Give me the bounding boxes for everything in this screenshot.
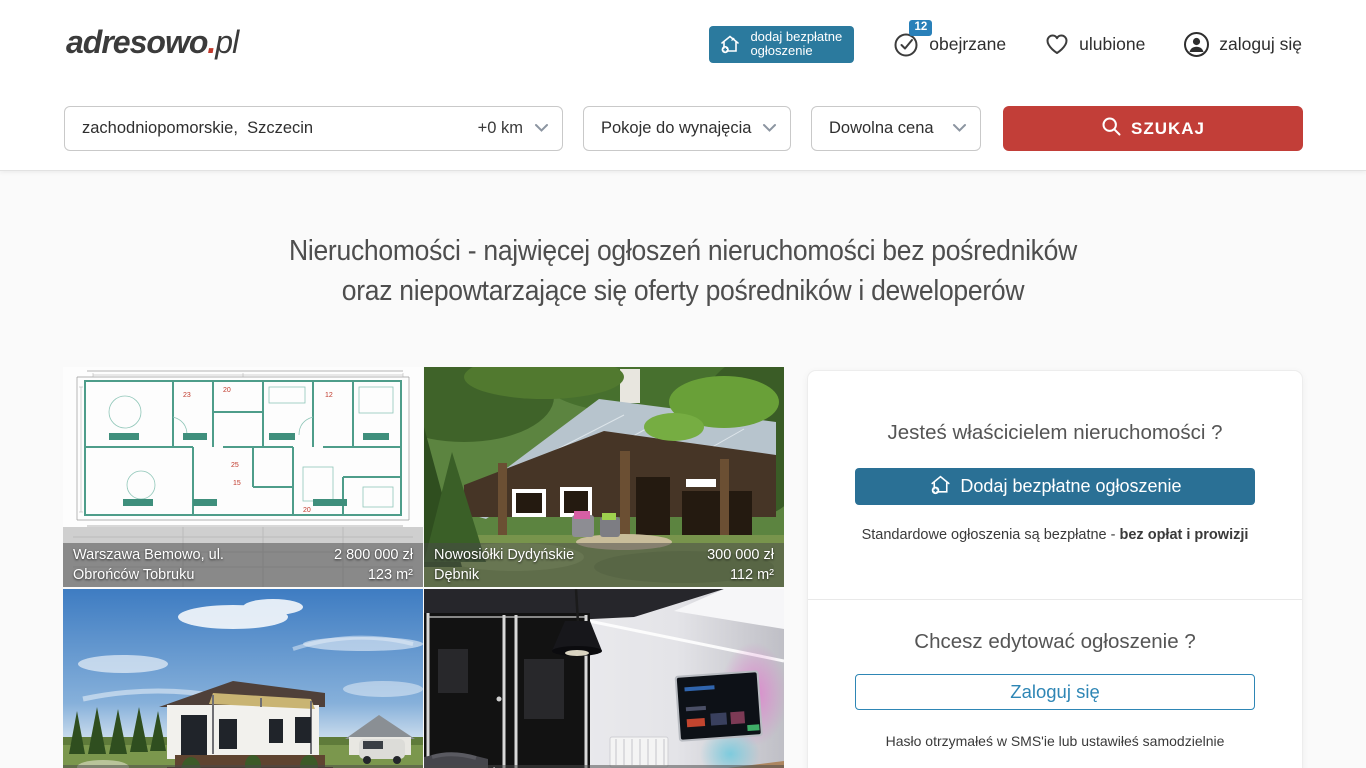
listing-photo-bungalow (63, 589, 423, 768)
header-actions: dodaj bezpłatne ogłoszenie 12 obejrzane … (709, 25, 1302, 63)
add-listing-label: dodaj bezpłatne ogłoszenie (750, 30, 842, 59)
property-type-select[interactable]: Pokoje do wynajęcia (583, 106, 791, 151)
owner-heading: Jesteś właścicielem nieruchomości ? (808, 421, 1302, 445)
listing-photo-interior (424, 589, 784, 768)
sidebar-add-listing-label: Dodaj bezpłatne ogłoszenie (960, 476, 1181, 497)
login-label: zaloguj się (1219, 34, 1302, 55)
logo[interactable]: adresowo.pl (66, 24, 238, 61)
sidebar-login-label: Zaloguj się (1010, 681, 1099, 703)
chevron-down-icon[interactable] (534, 119, 549, 138)
listing-overlay: Nowosiółki Dydyńskie Dębnik 300 000 zł 1… (424, 543, 784, 587)
owner-note-bold: bez opłat i prowizji (1120, 527, 1249, 543)
logo-text-main: adresowo (66, 24, 207, 60)
viewed-label: obejrzane (929, 34, 1006, 55)
listing-area: 123 m² (334, 565, 413, 585)
listing-area: 112 m² (707, 565, 774, 585)
favorites-link[interactable]: ulubione (1044, 31, 1145, 57)
search-button-label: SZUKAJ (1131, 119, 1205, 139)
radius-value[interactable]: +0 km (478, 119, 523, 138)
location-search-box[interactable]: +0 km (64, 106, 563, 151)
panel-divider (808, 599, 1302, 600)
chevron-down-icon (952, 119, 967, 138)
viewed-link[interactable]: 12 obejrzane (892, 30, 1006, 58)
edit-heading: Chcesz edytować ogłoszenie ? (808, 630, 1302, 654)
viewed-count-badge: 12 (909, 20, 932, 36)
page-title-line1: Nieruchomości - najwięcej ogłoszeń nieru… (48, 231, 1318, 271)
listing-price: 2 800 000 zł (334, 545, 413, 565)
login-link[interactable]: zaloguj się (1183, 31, 1302, 58)
edit-note: Hasło otrzymałeś w SMS'ie lub ustawiłeś … (808, 733, 1302, 749)
listing-location-line2: Dębnik (434, 565, 574, 585)
listing-location-line1: Nowosiółki Dydyńskie (434, 545, 574, 565)
logo-text-suffix: pl (215, 24, 238, 60)
header: adresowo.pl dodaj bezpłatne ogłoszenie (0, 0, 1366, 171)
listing-price: 300 000 zł (707, 545, 774, 565)
listing-location-line2: Obrońców Tobruku (73, 565, 224, 585)
house-plus-icon (718, 32, 742, 56)
house-plus-icon (928, 472, 953, 502)
listing-card[interactable]: Nowosiółki Dydyńskie Dębnik 300 000 zł 1… (424, 367, 784, 587)
sidebar-add-listing-button[interactable]: Dodaj bezpłatne ogłoszenie (855, 468, 1255, 505)
svg-text:23: 23 (183, 392, 191, 399)
search-icon (1101, 116, 1122, 142)
svg-text:20: 20 (303, 507, 311, 514)
search-button[interactable]: SZUKAJ (1003, 106, 1303, 151)
listing-overlay: Warszawa Bemowo, ul. Obrońców Tobruku 2 … (63, 543, 423, 587)
listing-card[interactable]: Gdańsk Śródmieście, ul. 549 000 zł (424, 589, 784, 768)
svg-text:20: 20 (223, 387, 231, 394)
svg-text:15: 15 (233, 480, 241, 487)
sidebar-login-button[interactable]: Zaloguj się (855, 674, 1255, 710)
chevron-down-icon (762, 119, 777, 138)
price-select[interactable]: Dowolna cena (811, 106, 981, 151)
listings-grid: 23 20 12 25 15 20 Warszawa Bemowo, ul. Obrońc… (63, 367, 784, 768)
location-input[interactable] (82, 119, 478, 138)
page-title: Nieruchomości - najwięcej ogłoszeń nieru… (48, 231, 1318, 311)
owner-panel: Jesteś właścicielem nieruchomości ? Doda… (807, 370, 1303, 768)
price-value: Dowolna cena (829, 119, 952, 138)
favorites-label: ulubione (1079, 34, 1145, 55)
check-circle-icon: 12 (892, 30, 920, 58)
listing-location-line1: Warszawa Bemowo, ul. (73, 545, 224, 565)
user-circle-icon (1183, 31, 1210, 58)
svg-text:25: 25 (231, 462, 239, 469)
listing-card[interactable]: Dębnica, ul. Ojca Andrzeja 825 000 zł (63, 589, 423, 768)
svg-text:12: 12 (325, 392, 333, 399)
heart-icon (1044, 31, 1070, 57)
property-type-value: Pokoje do wynajęcia (601, 119, 762, 138)
owner-note: Standardowe ogłoszenia są bezpłatne - be… (808, 527, 1302, 543)
add-listing-button[interactable]: dodaj bezpłatne ogłoszenie (709, 26, 854, 63)
page-title-line2: oraz niepowtarzające się oferty pośredni… (48, 271, 1318, 311)
listing-card[interactable]: 23 20 12 25 15 20 Warszawa Bemowo, ul. Obrońc… (63, 367, 423, 587)
